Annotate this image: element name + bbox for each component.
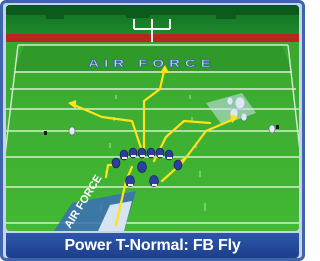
end-zone-text: AIR FORCE [88, 57, 215, 70]
play-name-label: Power T-Normal: FB Fly [6, 233, 299, 258]
play-card[interactable]: AIR FORCE AIR FORCE Power T-Normal: FB F… [0, 0, 305, 261]
field-view: AIR FORCE AIR FORCE [6, 5, 299, 231]
football-field: AIR FORCE AIR FORCE [6, 5, 299, 231]
